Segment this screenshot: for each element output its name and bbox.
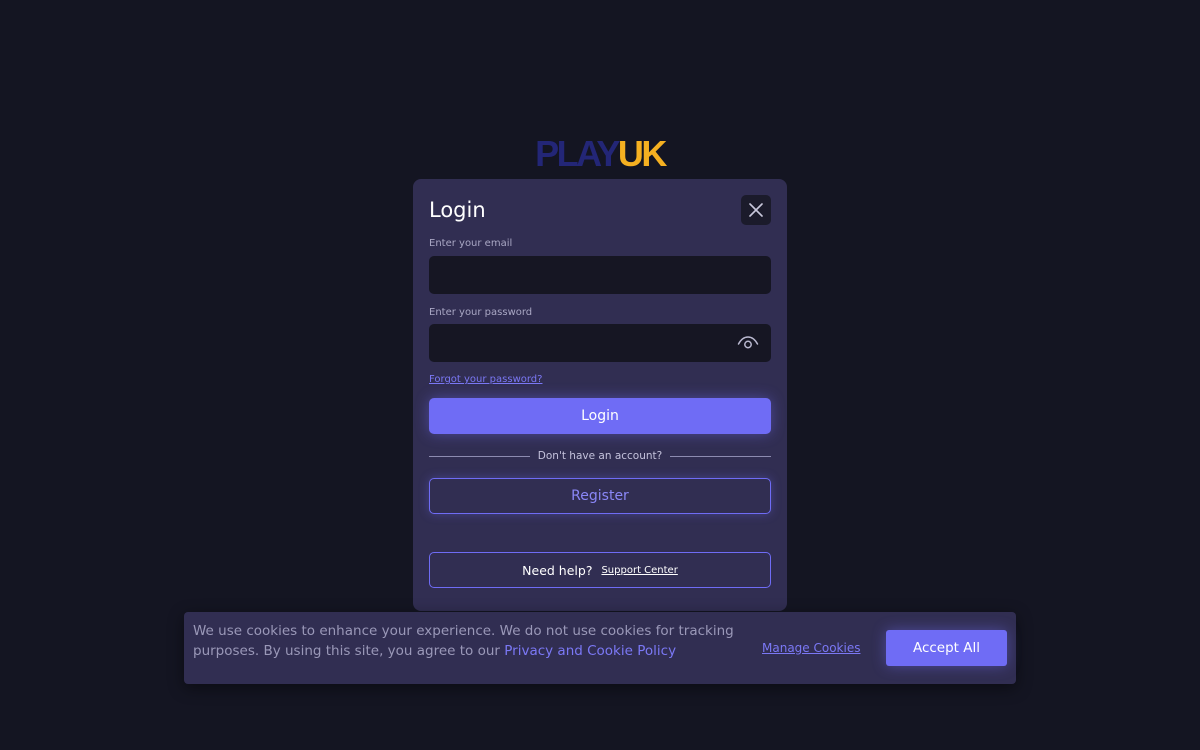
password-input[interactable]: [429, 324, 771, 362]
divider-text: Don't have an account?: [537, 450, 663, 462]
close-button[interactable]: [741, 195, 771, 225]
forgot-password-link[interactable]: Forgot your password?: [429, 373, 542, 387]
manage-cookies-link[interactable]: Manage Cookies: [762, 640, 860, 656]
support-center-link[interactable]: Support Center: [601, 565, 677, 576]
logo-uk-text: UK: [617, 133, 668, 174]
eye-icon[interactable]: [737, 335, 759, 351]
privacy-policy-link[interactable]: Privacy and Cookie Policy: [504, 643, 676, 659]
modal-title: Login: [429, 198, 486, 222]
divider-line-left: [429, 455, 530, 457]
cookie-banner: We use cookies to enhance your experienc…: [184, 612, 1016, 684]
accept-all-button[interactable]: Accept All: [886, 630, 1007, 666]
login-modal: Login Enter your email Enter your passwo…: [413, 179, 787, 611]
divider-line-right: [670, 455, 771, 457]
help-text: Need help?: [522, 562, 593, 578]
cookie-text: We use cookies to enhance your experienc…: [193, 621, 753, 661]
email-label: Enter your email: [429, 238, 513, 249]
divider: Don't have an account?: [429, 447, 771, 465]
logo-play-text: PLAY: [535, 133, 620, 174]
password-label: Enter your password: [429, 307, 533, 318]
logo: PLAYUK: [0, 134, 1200, 174]
close-icon: [749, 203, 763, 217]
login-button[interactable]: Login: [429, 398, 771, 434]
register-button[interactable]: Register: [429, 478, 771, 514]
page: PLAYUK Login Enter your email Enter your…: [0, 0, 1200, 750]
email-input[interactable]: [429, 256, 771, 294]
help-box: Need help? Support Center: [429, 552, 771, 588]
